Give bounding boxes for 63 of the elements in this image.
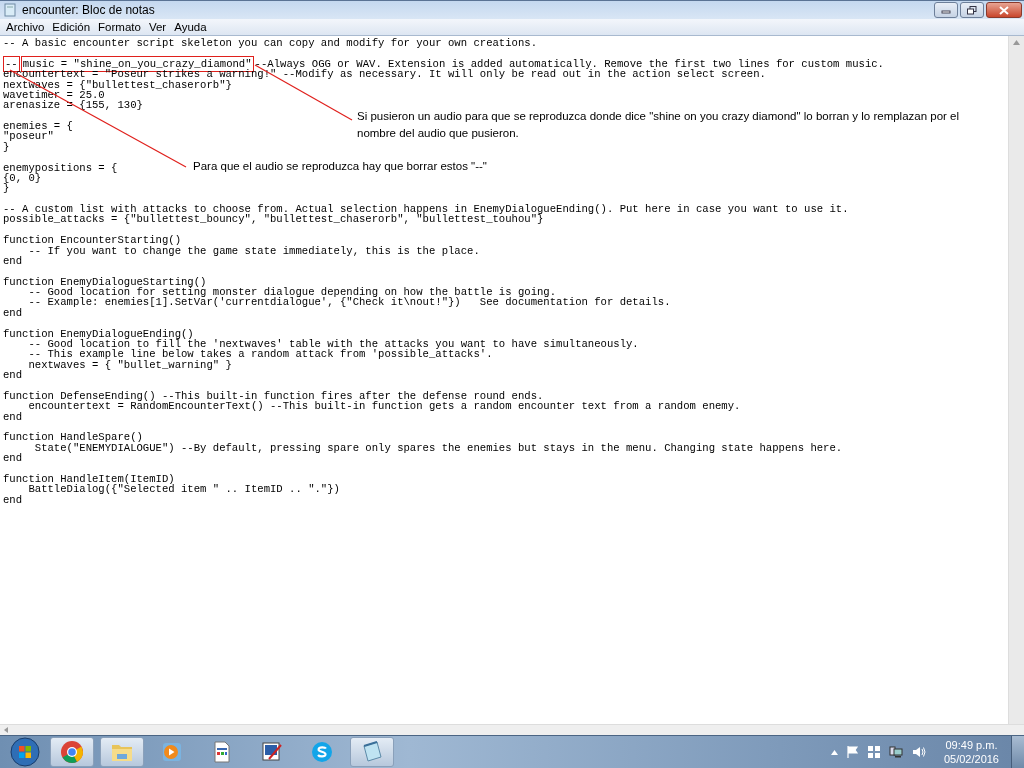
code-line: State("ENEMYDIALOGUE") --By default, pressing spare only spares the enemies but stays in the menu. Changing state happens here. <box>33 441 843 454</box>
code-line: -- A basic encounter script skeleton you can copy and modify for your own creations. <box>3 37 537 49</box>
scroll-left-icon <box>4 727 8 733</box>
taskbar-button[interactable] <box>50 737 94 767</box>
code-line: end <box>3 254 23 267</box>
close-icon <box>999 5 1009 15</box>
chat-icon <box>310 740 334 764</box>
code-line: function HandleSpare() <box>3 431 143 444</box>
start-button[interactable] <box>10 737 40 767</box>
taskbar-button[interactable] <box>350 737 394 767</box>
code-line: possible_attacks = {"bullettest_bouncy", "bullettest_chaserorb", "bullettest_touhou"} <box>3 213 544 226</box>
code-line: BattleDialog({"Selected item " .. ItemID .. "."}) <box>27 483 340 496</box>
code-line: } <box>3 182 10 195</box>
code-line: nextwaves = { "bullet_warning" } <box>27 358 232 371</box>
scroll-up-icon <box>1013 40 1020 45</box>
restore-icon <box>967 5 977 15</box>
volume-icon[interactable] <box>911 746 926 758</box>
picture-pencil-icon <box>260 740 284 764</box>
menu-item[interactable]: Archivo <box>2 21 49 33</box>
window-title: encounter: Bloc de notas <box>22 3 156 17</box>
menu-item[interactable]: Edición <box>48 21 95 33</box>
code-line: function EncounterStarting() <box>3 234 181 247</box>
code-line: end <box>3 306 23 319</box>
annotation-text: Para que el audio se reproduzca hay que borrar estos "--" <box>193 159 488 174</box>
notepad-icon <box>360 740 384 764</box>
flag-icon[interactable] <box>846 746 859 758</box>
annotation-text: Si pusieron un audio para que se reproduzca donde dice "shine on you crazy diamond" lo borran y lo remplazan por el nombre del audio que pusieron. <box>357 109 961 141</box>
code-line: -- Good location for setting monster dialogue depending on how the battle is going. <box>27 286 557 298</box>
code-line: -- A custom list with attacks to choose from. Actual selection happens in EnemyDialogueEnding(). Put here in case you want to use it. <box>3 203 849 215</box>
code-line: -- Example: enemies[1].SetVar('currentdialogue', {"Check it\nout!"}) See documentation for details. <box>27 296 671 309</box>
show-hidden-icons-icon[interactable] <box>830 749 838 755</box>
network-icon[interactable] <box>888 746 903 758</box>
code-line: enemypositions = { <box>3 161 118 174</box>
code-line: enemies = { <box>3 120 73 132</box>
windows-icon[interactable] <box>867 746 880 758</box>
browser-icon <box>60 740 84 764</box>
code-text: --Always OGG or WAV. Extension is added automatically. Remove the first two lines for custom music. <box>254 57 884 70</box>
code-line: end <box>3 410 23 423</box>
menu-item[interactable]: Formato <box>94 21 145 33</box>
restore-button[interactable] <box>960 2 984 18</box>
menu-item[interactable]: Ver <box>144 21 171 33</box>
notepad-icon <box>4 3 16 17</box>
code-line: end <box>3 369 23 381</box>
close-button[interactable] <box>986 2 1022 18</box>
code-line: function EnemyDialogueStarting() <box>3 275 207 288</box>
code-line: } <box>3 140 10 153</box>
code-line: function HandleItem(ItemID) <box>3 472 175 485</box>
show-desktop-button[interactable] <box>1011 736 1024 768</box>
vertical-scrollbar[interactable] <box>1008 36 1024 724</box>
code-line: function EnemyDialogueEnding() <box>3 327 194 340</box>
code-line: -- This example line below takes a random attack from 'possible_attacks'. <box>27 348 493 361</box>
code-line: end <box>3 493 23 506</box>
code-line: -- If you want to change the game state immediately, this is the place. <box>27 244 480 257</box>
menu-item[interactable]: Ayuda <box>170 21 211 33</box>
highlighted-code: -- <box>3 55 20 72</box>
code-line: "poseur" <box>3 130 54 143</box>
code-line: arenasize = {155, 130} <box>3 99 143 112</box>
horizontal-scrollbar[interactable] <box>0 724 1024 735</box>
code-line: function DefenseEnding() --This built-in function fires after the defense round ends. <box>3 389 544 402</box>
code-line: end <box>3 452 23 464</box>
code-line: encountertext = RandomEncounterText() --This built-in function gets a random encounter text from a random enemy. <box>27 400 741 413</box>
media-player-icon <box>160 740 184 764</box>
clock[interactable]: 09:49 p.m. 05/02/2016 <box>943 738 999 766</box>
